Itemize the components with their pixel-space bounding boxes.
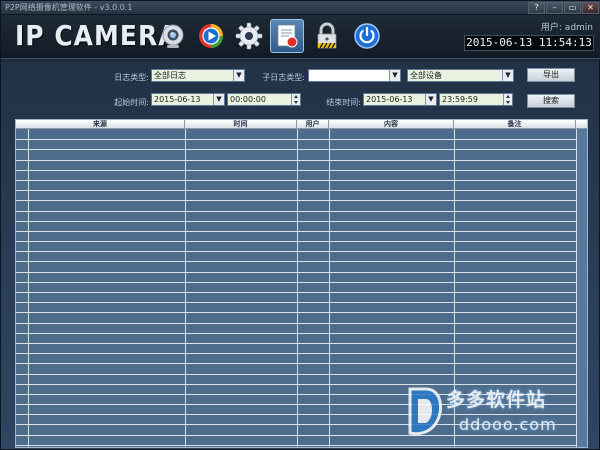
end-time-label: 结束时间: (326, 98, 361, 107)
settings-gear-icon[interactable] (232, 19, 266, 53)
table-row[interactable] (16, 262, 587, 273)
table-row[interactable] (16, 150, 587, 161)
device-value: 全部设备 (410, 71, 442, 80)
camera-icon[interactable] (156, 19, 190, 53)
minimize-button[interactable]: – (546, 2, 563, 14)
table-row[interactable] (16, 303, 587, 314)
start-time-value: 00:00:00 (230, 95, 266, 104)
column-header-content[interactable]: 内容 (329, 120, 454, 129)
chevron-down-icon[interactable]: ▼ (425, 94, 436, 105)
table-row[interactable] (16, 283, 587, 293)
header: IP CAMERA 用户: admin 2015-06-13 11:54:13 (1, 15, 600, 59)
playback-icon[interactable] (194, 19, 228, 53)
grid-line (297, 129, 298, 447)
table-row[interactable] (16, 364, 587, 375)
sub-log-type-select[interactable]: ▼ (308, 69, 401, 82)
sub-log-type-label: 子日志类型: (262, 73, 305, 82)
column-header-source[interactable]: 来源 (16, 120, 185, 129)
app-window: P2P网络摄像机管理软件 - v3.0.0.1 ? – ▭ ✕ IP CAMER… (0, 0, 600, 450)
datetime-display: 2015-06-13 11:54:13 (464, 35, 594, 51)
table-row[interactable] (16, 191, 587, 202)
help-button[interactable]: ? (528, 2, 545, 14)
export-button[interactable]: 导出 (527, 68, 575, 82)
window-controls: ? – ▭ ✕ (528, 2, 599, 14)
end-date-picker[interactable]: 2015-06-13 ▼ (363, 93, 437, 106)
log-icon[interactable] (270, 19, 304, 53)
table-row[interactable] (16, 293, 587, 304)
table-row[interactable] (16, 171, 587, 181)
window-title: P2P网络摄像机管理软件 - v3.0.0.1 (5, 3, 133, 12)
grid-line (185, 129, 186, 447)
table-row[interactable] (16, 334, 587, 344)
table-header: 来源 时间 用户 内容 备注 (16, 120, 587, 129)
table-row[interactable] (16, 140, 587, 151)
table-row[interactable] (16, 181, 587, 192)
end-time-value: 23:59:59 (442, 95, 478, 104)
brand-logo: IP CAMERA (15, 19, 179, 52)
grid-line (28, 129, 29, 447)
chevron-down-icon[interactable]: ▼ (213, 94, 224, 105)
watermark: 多多软件站 ddooo.com (404, 381, 589, 443)
spin-arrows-icon[interactable] (503, 94, 512, 105)
chevron-down-icon[interactable]: ▼ (233, 70, 244, 81)
table-row[interactable] (16, 232, 587, 243)
watermark-site-name: 多多软件站 (446, 389, 547, 411)
watermark-logo-icon (408, 387, 443, 436)
table-row[interactable] (16, 324, 587, 334)
table-row[interactable] (16, 130, 587, 141)
grid-line (329, 129, 330, 447)
column-header-user[interactable]: 用户 (297, 120, 329, 129)
table-row[interactable] (16, 313, 587, 324)
end-time-spinner[interactable]: 23:59:59 (439, 93, 513, 106)
lock-icon[interactable] (310, 19, 344, 53)
log-type-label: 日志类型: (114, 73, 149, 82)
spin-arrows-icon[interactable] (291, 94, 300, 105)
search-button[interactable]: 搜索 (527, 94, 575, 108)
device-select[interactable]: 全部设备 ▼ (407, 69, 514, 82)
column-header-note[interactable]: 备注 (454, 120, 576, 129)
log-type-value: 全部日志 (154, 71, 186, 80)
start-date-picker[interactable]: 2015-06-13 ▼ (151, 93, 225, 106)
power-icon[interactable] (350, 19, 384, 53)
table-row[interactable] (16, 212, 587, 222)
start-date-value: 2015-06-13 (154, 95, 201, 104)
end-date-value: 2015-06-13 (366, 95, 413, 104)
title-bar: P2P网络摄像机管理软件 - v3.0.0.1 ? – ▭ ✕ (1, 1, 600, 15)
start-time-spinner[interactable]: 00:00:00 (227, 93, 301, 106)
table-row[interactable] (16, 222, 587, 232)
table-row[interactable] (16, 201, 587, 212)
log-type-select[interactable]: 全部日志 ▼ (151, 69, 245, 82)
table-row[interactable] (16, 242, 587, 253)
table-row[interactable] (16, 354, 587, 365)
maximize-button[interactable]: ▭ (564, 2, 581, 14)
table-row[interactable] (16, 344, 587, 355)
watermark-url: ddooo.com (459, 415, 557, 434)
column-header-time[interactable]: 时间 (185, 120, 297, 129)
table-row[interactable] (16, 161, 587, 171)
table-row[interactable] (16, 273, 587, 283)
start-time-label: 起始时间: (114, 98, 149, 107)
chevron-down-icon[interactable]: ▼ (389, 70, 400, 81)
chevron-down-icon[interactable]: ▼ (502, 70, 513, 81)
close-button[interactable]: ✕ (582, 2, 599, 14)
current-user: 用户: admin (540, 23, 593, 33)
table-row[interactable] (16, 252, 587, 263)
